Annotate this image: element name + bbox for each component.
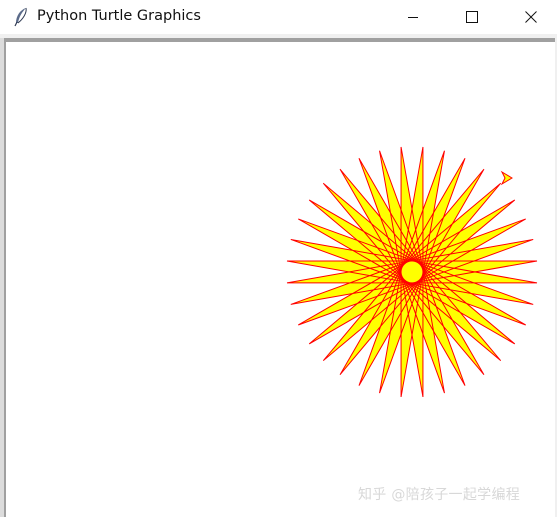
star-shape [286, 146, 538, 398]
close-icon [525, 8, 537, 27]
feather-icon [12, 7, 30, 27]
title-bar[interactable]: Python Turtle Graphics [0, 0, 557, 34]
minimize-icon [407, 8, 419, 27]
turtle-arrow-icon [500, 170, 513, 186]
turtle-window: Python Turtle Graphics 知乎 @陪孩子一起学编程 [0, 0, 557, 517]
close-button[interactable] [508, 0, 554, 34]
watermark: 知乎 @陪孩子一起学编程 [358, 487, 521, 503]
maximize-icon [466, 8, 478, 27]
window-title: Python Turtle Graphics [37, 8, 201, 24]
turtle-drawing [286, 146, 538, 398]
minimize-button[interactable] [390, 0, 436, 34]
maximize-button[interactable] [449, 0, 495, 34]
